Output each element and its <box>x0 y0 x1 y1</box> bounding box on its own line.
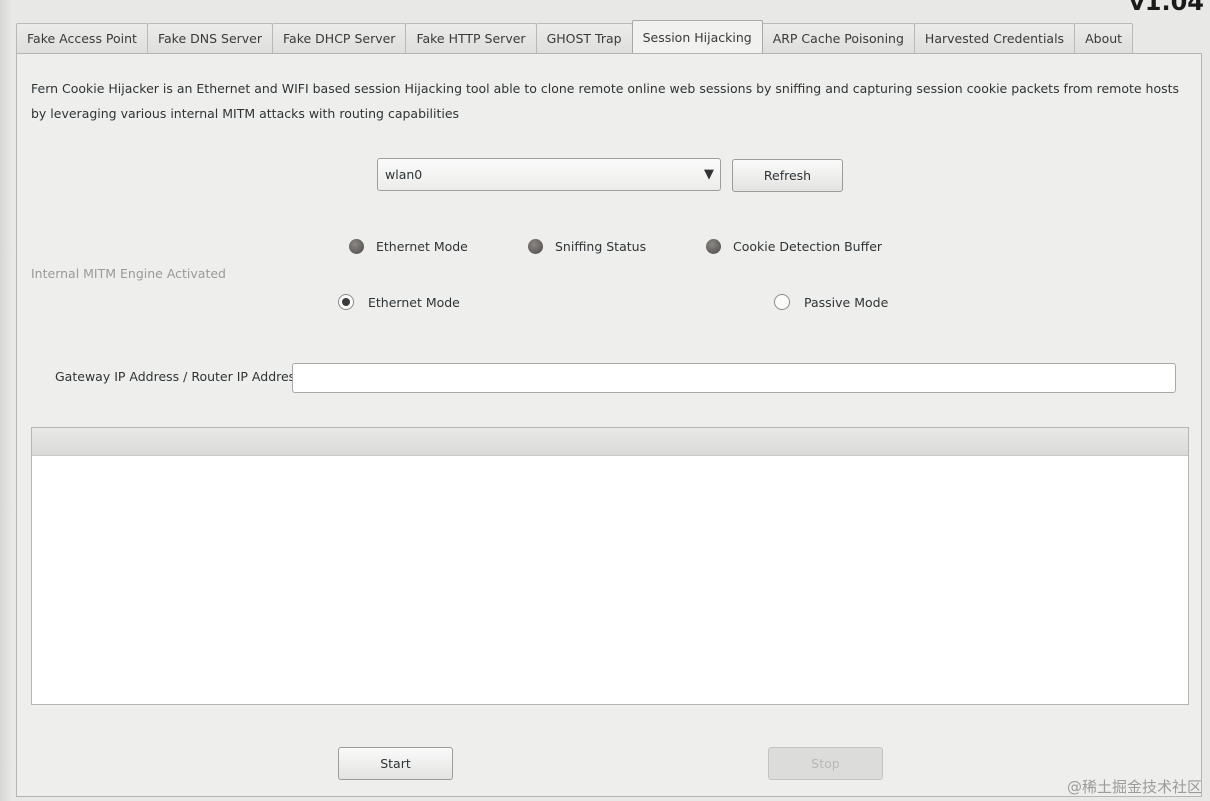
status-led-icon <box>706 238 721 254</box>
tab-fake-dns-server[interactable]: Fake DNS Server <box>146 23 274 53</box>
stop-button[interactable]: Stop <box>768 747 883 780</box>
version-label: v1.04 <box>1129 0 1204 16</box>
cookie-log-table[interactable] <box>31 427 1189 705</box>
radio-checked-icon[interactable] <box>338 294 354 310</box>
status-led-icon <box>528 238 543 254</box>
interface-select[interactable]: wlan0 ▼ <box>377 158 721 191</box>
indicator-cookie-detection-buffer: Cookie Detection Buffer <box>706 236 882 256</box>
indicator-sniffing-status: Sniffing Status <box>528 236 646 256</box>
start-button[interactable]: Start <box>338 747 453 780</box>
dropdown-arrow-icon[interactable]: ▼ <box>704 167 714 182</box>
watermark-text: @稀土掘金技术社区 <box>1066 778 1202 796</box>
session-hijacking-panel: Fern Cookie Hijacker is an Ethernet and … <box>16 53 1202 797</box>
tab-fake-dhcp-server[interactable]: Fake DHCP Server <box>272 23 407 53</box>
indicator-label: Ethernet Mode <box>376 238 468 254</box>
tab-fake-http-server[interactable]: Fake HTTP Server <box>405 23 537 53</box>
desktop-edge <box>0 0 12 801</box>
mode-label[interactable]: Passive Mode <box>804 295 888 310</box>
tab-arp-cache-poisoning[interactable]: ARP Cache Poisoning <box>761 23 915 53</box>
gateway-ip-label: Gateway IP Address / Router IP Address: <box>55 369 306 384</box>
tab-bar: Fake Access Point Fake DNS Server Fake D… <box>16 20 1134 53</box>
log-table-header <box>32 428 1188 456</box>
indicator-label: Sniffing Status <box>555 238 647 254</box>
interface-select-value: wlan0 <box>385 167 423 182</box>
indicator-ethernet-mode: Ethernet Mode <box>349 236 468 256</box>
refresh-button[interactable]: Refresh <box>732 159 843 192</box>
tab-harvested-credentials[interactable]: Harvested Credentials <box>913 23 1076 53</box>
radio-unchecked-icon[interactable] <box>774 294 790 310</box>
mode-passive-option[interactable]: Passive Mode <box>774 294 888 310</box>
indicator-label: Cookie Detection Buffer <box>733 238 883 254</box>
tool-description: Fern Cookie Hijacker is an Ethernet and … <box>31 81 1180 121</box>
tab-ghost-trap[interactable]: GHOST Trap <box>535 23 633 53</box>
mode-ethernet-option[interactable]: Ethernet Mode <box>338 294 460 310</box>
tab-about[interactable]: About <box>1074 23 1134 53</box>
mode-label[interactable]: Ethernet Mode <box>368 295 460 310</box>
tab-fake-access-point[interactable]: Fake Access Point <box>16 23 148 53</box>
status-led-icon <box>349 238 364 254</box>
tab-session-hijacking[interactable]: Session Hijacking <box>631 20 763 53</box>
mitm-engine-status: Internal MITM Engine Activated <box>31 266 226 281</box>
gateway-ip-input[interactable] <box>292 363 1176 393</box>
